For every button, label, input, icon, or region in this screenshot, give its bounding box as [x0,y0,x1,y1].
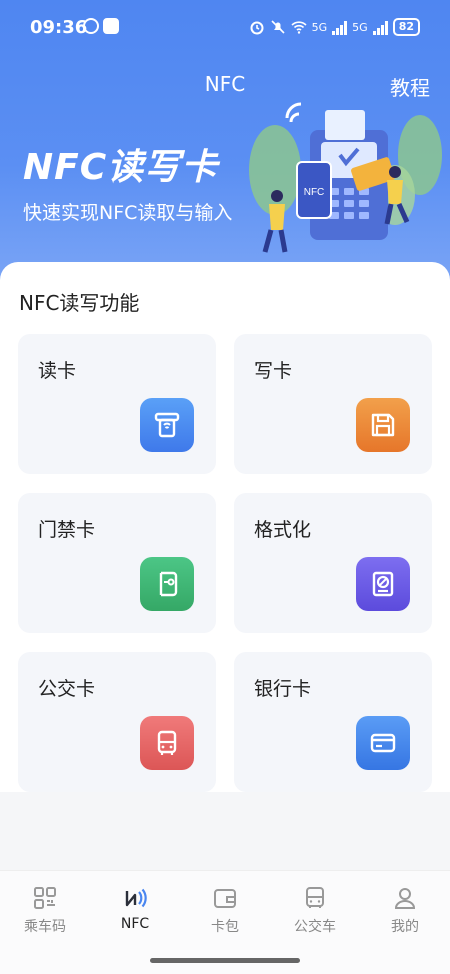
nfc-payment-illustration: NFC [249,102,442,253]
format-icon [356,557,410,611]
write-card-button[interactable]: 写卡 [234,334,432,474]
alarm-icon [250,21,264,35]
svg-text:NFC: NFC [304,187,325,198]
qr-code-icon [34,887,56,909]
tab-ride-code[interactable]: 乘车码 [0,885,90,936]
heart-app-icon [103,18,119,34]
bank-card-button[interactable]: 银行卡 [234,652,432,792]
access-card-icon [140,557,194,611]
save-icon [356,398,410,452]
status-time: 09:36 [30,17,88,38]
tab-nfc[interactable]: NFC [90,885,180,932]
section-title: NFC读写功能 [19,291,140,315]
mute-icon [271,20,285,34]
status-right-icons: 5G 5G 82 [249,18,420,36]
tab-label: NFC [120,916,150,932]
bus-icon [306,887,324,908]
nfc-icon [125,888,147,908]
bank-card-icon [356,716,410,770]
tab-label: 我的 [391,919,419,935]
profile-icon [394,888,416,909]
signal-icon [372,19,388,35]
card-reader-icon [140,398,194,452]
card-label: 格式化 [254,519,312,541]
card-label: 门禁卡 [38,519,96,541]
tab-label: 卡包 [211,919,239,935]
read-card-button[interactable]: 读卡 [18,334,216,474]
tab-label: 乘车码 [24,919,66,935]
bus-icon [140,716,194,770]
hero-banner: 09:36 5G 5G 82 NFC 教程 NFC读写卡 快速实现NFC读取与输… [0,0,450,300]
wifi-icon [291,21,307,34]
card-label: 公交卡 [38,678,96,700]
signal-icon [332,19,348,35]
page-title: NFC [204,72,246,96]
tab-profile[interactable]: 我的 [360,885,450,936]
tab-bus[interactable]: 公交车 [270,885,360,936]
hero-subtitle: 快速实现NFC读取与输入 [23,202,233,224]
hero-title: NFC读写卡 [23,147,219,188]
format-card-button[interactable]: 格式化 [234,493,432,633]
tab-wallet[interactable]: 卡包 [180,885,270,936]
status-bar: 09:36 5G 5G 82 [0,0,450,56]
bus-card-button[interactable]: 公交卡 [18,652,216,792]
wallet-icon [214,889,236,908]
network-type-right: 5G [352,20,368,34]
network-type-left: 5G [311,20,328,34]
app-notification-icon [83,18,99,34]
home-indicator[interactable] [150,958,300,963]
battery-indicator: 82 [392,18,420,36]
card-label: 读卡 [38,360,77,382]
card-label: 写卡 [254,360,293,382]
features-panel: NFC读写功能 读卡 写卡 门禁卡 格式化 公交卡 银行卡 [0,262,450,792]
tutorial-button[interactable]: 教程 [390,72,430,101]
card-label: 银行卡 [254,678,312,700]
tab-label: 公交车 [294,919,336,935]
status-left-icons [83,18,119,34]
access-card-button[interactable]: 门禁卡 [18,493,216,633]
